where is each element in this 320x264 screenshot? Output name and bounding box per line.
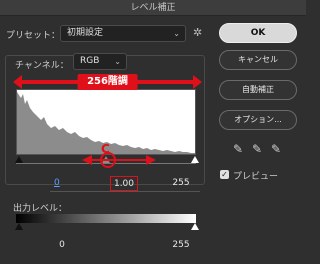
- arrow-left-icon: [13, 75, 22, 89]
- chevron-down-icon: ⌄: [114, 57, 121, 66]
- arrow-right-icon: [193, 75, 202, 89]
- annotation-marker-text: C: [101, 142, 110, 156]
- channel-dropdown[interactable]: RGB ⌄: [73, 53, 127, 70]
- input-black-slider[interactable]: [15, 156, 23, 163]
- gray-eyedropper-icon[interactable]: ✎: [252, 142, 262, 156]
- channel-value: RGB: [80, 56, 100, 66]
- annotation-gamma-marker: [82, 152, 156, 168]
- gear-icon[interactable]: ✲: [193, 26, 202, 39]
- auto-button[interactable]: 自動補正: [219, 80, 297, 100]
- annotation-range-banner: 256階調: [13, 74, 202, 90]
- preset-dropdown[interactable]: 初期設定 ⌄: [60, 25, 186, 42]
- input-black-field[interactable]: 0: [54, 176, 74, 191]
- preset-label: プリセット：: [6, 31, 61, 41]
- input-white-field[interactable]: 255: [169, 176, 193, 191]
- divider: [50, 191, 200, 192]
- channel-label: チャンネル：: [13, 58, 71, 71]
- output-black-slider[interactable]: [15, 223, 23, 230]
- chevron-down-icon: ⌄: [173, 29, 180, 38]
- output-label: 出力レベル：: [13, 204, 68, 214]
- output-white-field[interactable]: 255: [169, 238, 193, 253]
- preset-value: 初期設定: [67, 28, 104, 38]
- annotation-banner-text: 256階調: [77, 74, 138, 90]
- input-white-slider[interactable]: [191, 156, 199, 163]
- cancel-button[interactable]: キャンセル: [219, 50, 297, 70]
- white-eyedropper-icon[interactable]: ✎: [271, 142, 281, 156]
- output-white-slider[interactable]: [191, 223, 199, 230]
- options-button[interactable]: オプション...: [219, 110, 297, 130]
- window-title: レベル補正: [0, 0, 306, 16]
- black-eyedropper-icon[interactable]: ✎: [233, 142, 243, 156]
- input-gamma-field[interactable]: 1.00: [110, 176, 138, 191]
- preview-label: プレビュー: [233, 172, 279, 182]
- output-gradient: [16, 214, 196, 223]
- output-black-field[interactable]: 0: [54, 238, 70, 253]
- ok-button[interactable]: OK: [219, 23, 297, 43]
- preview-checkbox[interactable]: ✓: [220, 170, 229, 179]
